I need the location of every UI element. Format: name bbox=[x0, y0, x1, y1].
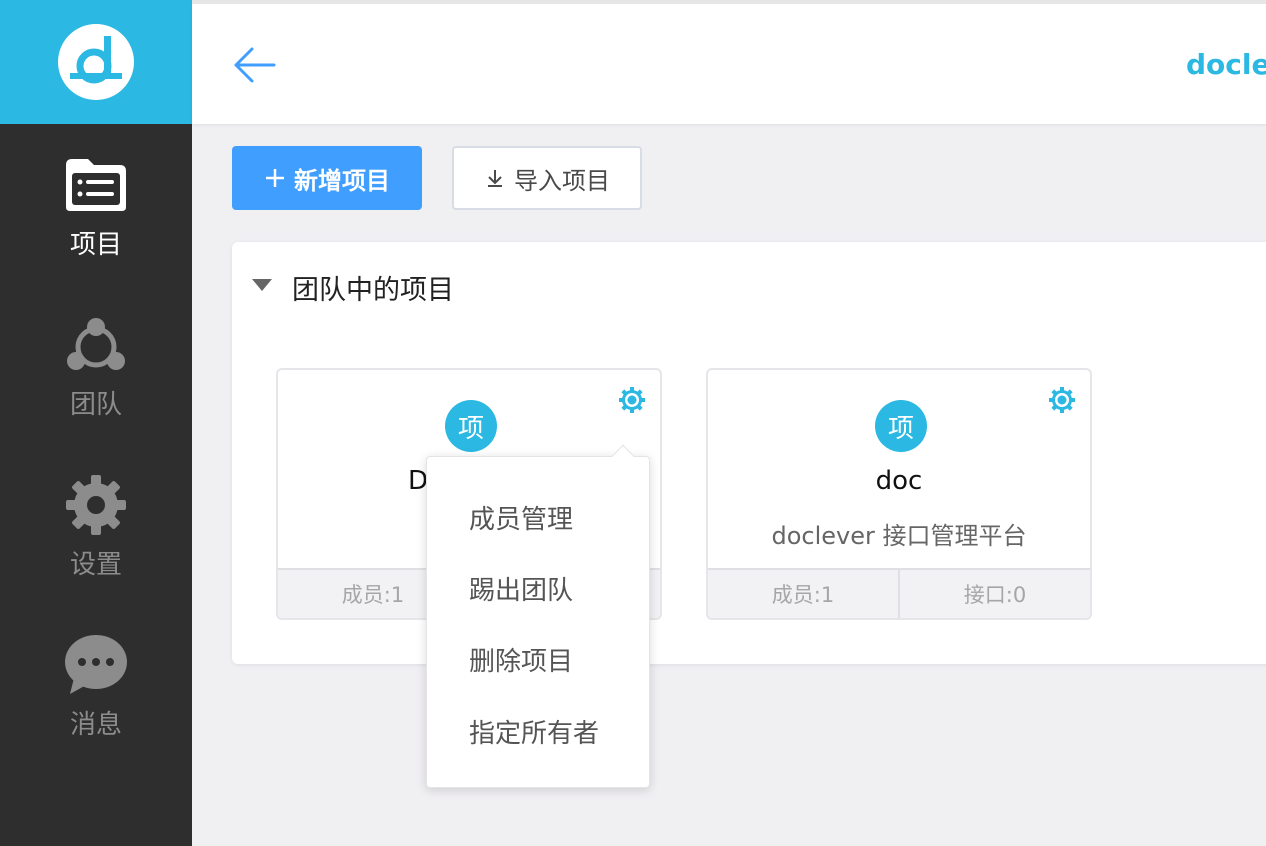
sidebar-item-settings[interactable]: 设置 bbox=[0, 472, 192, 581]
team-icon bbox=[63, 312, 129, 378]
team-projects-panel: 团队中的项目 项 D 成员:1 项 doc doclever 接口管理平台 成员… bbox=[232, 242, 1266, 664]
sidebar-item-label: 团队 bbox=[69, 390, 122, 420]
card-settings-gear-icon[interactable] bbox=[618, 386, 646, 414]
add-project-button[interactable]: 新增项目 bbox=[232, 146, 422, 210]
app-logo[interactable] bbox=[0, 0, 192, 124]
sidebar-item-messages[interactable]: 消息 bbox=[0, 632, 192, 741]
brand-title: doclever bbox=[1186, 48, 1266, 81]
collapse-caret-icon[interactable] bbox=[252, 278, 272, 292]
project-card[interactable]: 项 doc doclever 接口管理平台 成员:1 接口:0 bbox=[706, 368, 1092, 620]
menu-item-delete-project[interactable]: 删除项目 bbox=[469, 641, 573, 678]
project-description: doclever 接口管理平台 bbox=[771, 522, 1027, 550]
gear-icon bbox=[63, 472, 129, 538]
menu-item-assign-owner[interactable]: 指定所有者 bbox=[469, 713, 599, 750]
project-avatar: 项 bbox=[445, 400, 497, 452]
sidebar-item-team[interactable]: 团队 bbox=[0, 312, 192, 421]
sidebar-item-project[interactable]: 项目 bbox=[0, 152, 192, 261]
member-count: 成员:1 bbox=[771, 583, 835, 607]
add-project-label: 新增项目 bbox=[294, 166, 390, 195]
logo-icon bbox=[58, 24, 134, 100]
sidebar-item-label: 设置 bbox=[69, 550, 122, 580]
menu-item-remove-from-team[interactable]: 踢出团队 bbox=[469, 570, 573, 607]
interface-count: 接口:0 bbox=[898, 570, 1090, 618]
sidebar-item-label: 消息 bbox=[69, 710, 122, 740]
card-footer: 成员:1 接口:0 bbox=[708, 568, 1090, 618]
top-header: doclever bbox=[192, 0, 1266, 124]
import-project-label: 导入项目 bbox=[514, 166, 610, 195]
back-arrow-icon[interactable] bbox=[232, 42, 278, 88]
panel-title: 团队中的项目 bbox=[292, 275, 454, 306]
download-icon bbox=[484, 167, 506, 189]
plus-icon bbox=[264, 167, 286, 189]
sidebar-item-label: 项目 bbox=[69, 230, 122, 260]
card-settings-dropdown: 成员管理 踢出团队 删除项目 指定所有者 bbox=[426, 444, 650, 788]
import-project-button[interactable]: 导入项目 bbox=[452, 146, 642, 210]
menu-item-member-management[interactable]: 成员管理 bbox=[469, 499, 573, 536]
card-settings-gear-icon[interactable] bbox=[1048, 386, 1076, 414]
project-name: doc bbox=[875, 466, 923, 496]
project-list-icon bbox=[63, 152, 129, 218]
sidebar: 项目 团队 设置 消息 bbox=[0, 0, 192, 846]
message-icon bbox=[63, 632, 129, 698]
project-avatar: 项 bbox=[875, 400, 927, 452]
